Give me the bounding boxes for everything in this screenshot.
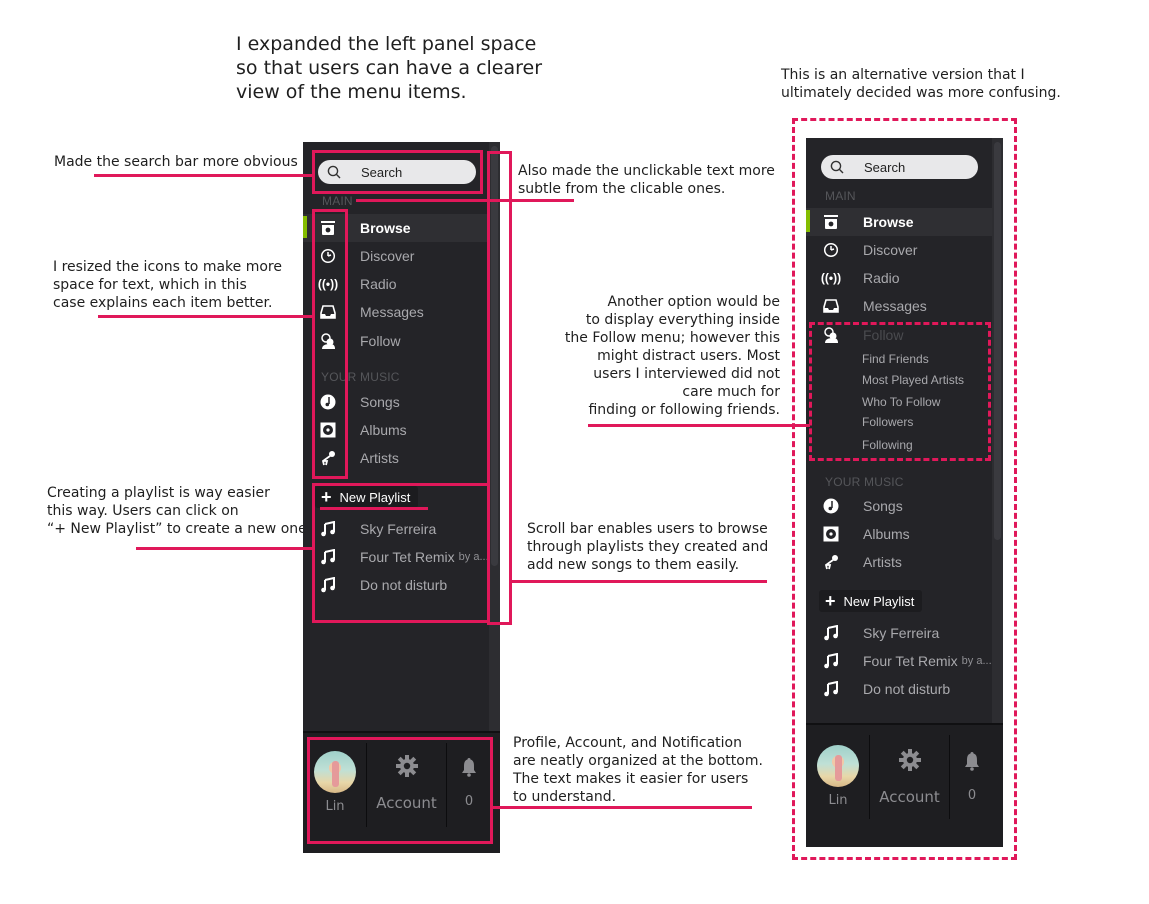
playlist-item[interactable]: Four Tet Remix by a... xyxy=(806,647,992,675)
callout-line xyxy=(98,315,313,318)
radio-icon: ((•)) xyxy=(820,271,842,285)
discover-icon xyxy=(821,240,841,260)
search-annotation: Made the search bar more obvious xyxy=(54,154,298,170)
music-note-icon xyxy=(821,679,841,699)
callout-line xyxy=(588,424,810,427)
icons-annotation: I resized the icons to make more space f… xyxy=(53,259,282,311)
section-your-music-label: YOUR MUSIC xyxy=(825,475,904,489)
scrollbar-thumb[interactable] xyxy=(994,142,1001,540)
bottom-annotation: Profile, Account, and Notification are n… xyxy=(513,735,763,805)
callout-line xyxy=(492,806,752,809)
playlist-item[interactable]: Sky Ferreira xyxy=(806,619,939,647)
highlight-search xyxy=(312,150,483,194)
highlight-playlists xyxy=(312,483,490,623)
avatar xyxy=(817,745,859,787)
sidebar-item-radio[interactable]: ((•)) Radio xyxy=(806,264,900,292)
gear-icon xyxy=(898,749,921,776)
sidebar-item-browse[interactable]: Browse xyxy=(806,208,992,236)
sidebar-item-albums[interactable]: Albums xyxy=(806,520,910,548)
callout-line xyxy=(136,547,313,550)
search-icon xyxy=(830,160,844,174)
music-note-icon xyxy=(821,651,841,671)
browse-icon xyxy=(821,212,841,232)
inbox-icon xyxy=(821,296,841,316)
plus-icon: + xyxy=(825,591,836,611)
sidebar-alternative: Search MAIN Browse Discover ((•)) Radio … xyxy=(806,138,1003,847)
highlight-profile-bar xyxy=(307,737,493,844)
unclickable-annotation: Also made the unclickable text more subt… xyxy=(518,163,775,197)
sidebar-item-discover[interactable]: Discover xyxy=(806,236,917,264)
highlight-icons xyxy=(312,209,348,479)
section-main-label: MAIN xyxy=(322,194,353,208)
callout-line xyxy=(510,580,767,583)
microphone-icon xyxy=(821,552,841,572)
scroll-annotation: Scroll bar enables users to browse throu… xyxy=(527,521,769,573)
section-main-label: MAIN xyxy=(825,189,856,203)
callout-line xyxy=(356,199,574,202)
account-button[interactable]: Account xyxy=(870,735,949,819)
callout-line xyxy=(94,174,313,177)
music-note-icon xyxy=(821,623,841,643)
profile-button[interactable]: Lin xyxy=(812,735,864,819)
note-icon xyxy=(821,496,841,516)
intro-annotation: I expanded the left panel space so that … xyxy=(236,33,543,103)
sidebar-item-songs[interactable]: Songs xyxy=(806,492,903,520)
scrollbar-track[interactable] xyxy=(992,138,1003,723)
sidebar-item-messages[interactable]: Messages xyxy=(806,292,927,320)
follow-submenu-highlight xyxy=(809,322,991,461)
new-playlist-underline xyxy=(320,507,428,510)
playlist-annotation: Creating a playlist is way easier this w… xyxy=(47,485,312,537)
notifications-button[interactable]: 0 xyxy=(950,735,994,819)
playlist-item[interactable]: Do not disturb xyxy=(806,675,950,703)
new-playlist-button[interactable]: + New Playlist xyxy=(819,590,923,612)
alt-version-annotation: This is an alternative version that I ul… xyxy=(781,67,1061,101)
highlight-scrollbar xyxy=(487,151,512,625)
profile-bar: Lin Account 0 xyxy=(806,723,1003,847)
album-icon xyxy=(821,524,841,544)
bell-icon xyxy=(963,751,981,776)
search-input[interactable]: Search xyxy=(821,155,978,179)
follow-option-annotation: Another option would be to display every… xyxy=(564,294,780,418)
sidebar-item-artists[interactable]: Artists xyxy=(806,548,902,576)
